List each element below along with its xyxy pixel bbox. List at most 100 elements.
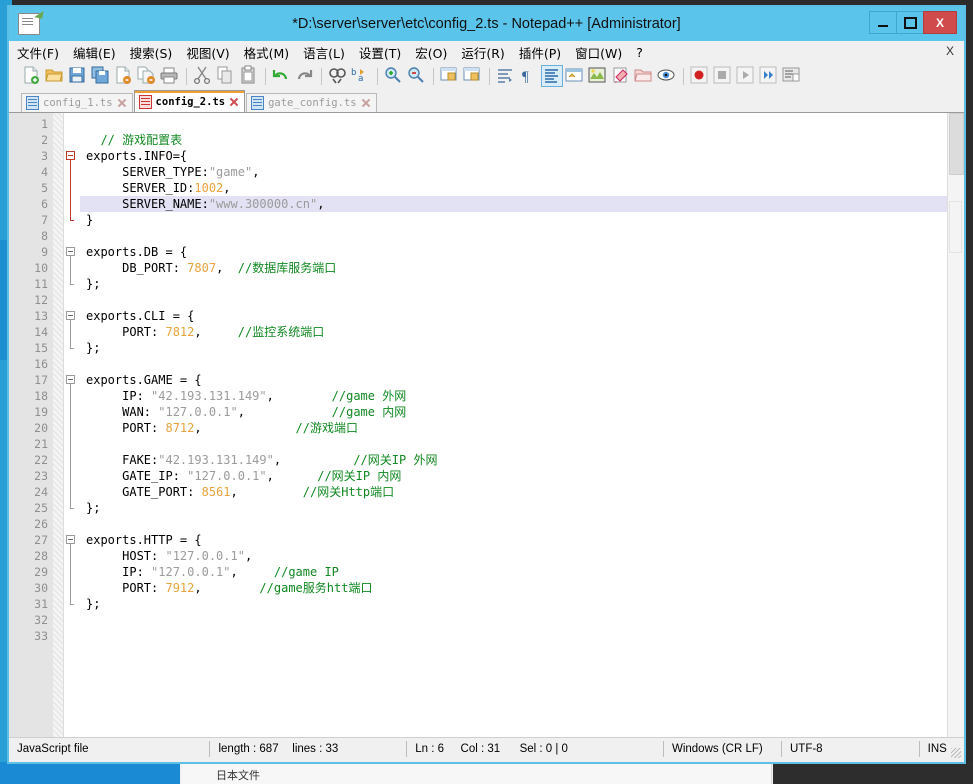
user-defined-language-icon[interactable] — [564, 65, 586, 87]
bookmark-margin[interactable] — [53, 113, 64, 737]
code-line[interactable]: exports.HTTP = { — [80, 532, 964, 548]
fold-toggle-icon[interactable] — [66, 311, 75, 320]
code-line[interactable]: GATE_IP: "127.0.0.1", //网关IP 内网 — [80, 468, 964, 484]
stop-recording-icon[interactable] — [712, 65, 734, 87]
fold-toggle-icon[interactable] — [66, 375, 75, 384]
folder-as-workspace-icon[interactable] — [633, 65, 655, 87]
vertical-scrollbar[interactable] — [947, 113, 964, 737]
code-line[interactable]: }; — [80, 276, 964, 292]
menu-settings[interactable]: 设置(T) — [353, 41, 407, 64]
menu-language[interactable]: 语言(L) — [297, 41, 351, 64]
monitoring-icon[interactable] — [656, 65, 678, 87]
close-document-button[interactable]: X — [946, 44, 954, 58]
menu-window[interactable]: 窗口(W) — [569, 41, 628, 64]
code-line[interactable]: SERVER_ID:1002, — [80, 180, 964, 196]
menu-search[interactable]: 搜索(S) — [124, 41, 179, 64]
fold-toggle-icon[interactable] — [66, 535, 75, 544]
code-text-area[interactable]: // 游戏配置表exports.INFO={ SERVER_TYPE:"game… — [80, 113, 964, 737]
redo-icon[interactable] — [294, 65, 316, 87]
function-list-icon[interactable] — [610, 65, 632, 87]
sync-horizontal-scroll-icon[interactable] — [462, 65, 484, 87]
open-file-icon[interactable] — [44, 65, 66, 87]
tab-gate-config[interactable]: gate_config.ts — [246, 93, 377, 112]
code-line[interactable]: exports.GAME = { — [80, 372, 964, 388]
tab-close-icon[interactable] — [117, 98, 127, 108]
playback-macro-icon[interactable] — [735, 65, 757, 87]
fold-toggle-icon[interactable] — [66, 151, 75, 160]
code-line[interactable]: IP: "42.193.131.149", //game 外网 — [80, 388, 964, 404]
menu-help[interactable]: ? — [630, 43, 649, 62]
code-line[interactable] — [80, 612, 964, 628]
code-line[interactable]: WAN: "127.0.0.1", //game 内网 — [80, 404, 964, 420]
minimize-button[interactable] — [869, 11, 897, 34]
code-line[interactable]: exports.DB = { — [80, 244, 964, 260]
word-wrap-icon[interactable] — [495, 65, 517, 87]
code-line[interactable] — [80, 292, 964, 308]
zoom-in-icon[interactable] — [383, 65, 405, 87]
code-line[interactable]: exports.INFO={ — [80, 148, 964, 164]
replace-icon[interactable]: ba — [350, 65, 372, 87]
tab-close-icon[interactable] — [361, 98, 371, 108]
fold-toggle-icon[interactable] — [66, 247, 75, 256]
code-line[interactable]: exports.CLI = { — [80, 308, 964, 324]
close-window-button[interactable]: X — [923, 11, 957, 34]
code-line[interactable] — [80, 516, 964, 532]
menu-macro[interactable]: 宏(O) — [409, 41, 453, 64]
maximize-button[interactable] — [896, 11, 924, 34]
code-line[interactable]: }; — [80, 340, 964, 356]
resize-grip[interactable] — [951, 748, 961, 758]
code-line[interactable]: SERVER_TYPE:"game", — [80, 164, 964, 180]
code-line[interactable]: DB_PORT: 7807, //数据库服务端口 — [80, 260, 964, 276]
menu-run[interactable]: 运行(R) — [455, 41, 510, 64]
menu-view[interactable]: 视图(V) — [180, 41, 235, 64]
cut-icon[interactable] — [192, 65, 214, 87]
menu-format[interactable]: 格式(M) — [238, 41, 296, 64]
undo-icon[interactable] — [271, 65, 293, 87]
code-line[interactable] — [80, 228, 964, 244]
tab-close-icon[interactable] — [229, 97, 239, 107]
code-line[interactable]: HOST: "127.0.0.1", — [80, 548, 964, 564]
code-line[interactable]: PORT: 7912, //game服务htt端口 — [80, 580, 964, 596]
menu-file[interactable]: 文件(F) — [11, 41, 65, 64]
code-line[interactable] — [80, 356, 964, 372]
menu-edit[interactable]: 编辑(E) — [67, 41, 122, 64]
code-line[interactable]: PORT: 7812, //监控系统端口 — [80, 324, 964, 340]
editor-area[interactable]: 1234567891011121314151617181920212223242… — [9, 112, 964, 737]
zoom-out-icon[interactable] — [406, 65, 428, 87]
new-file-icon[interactable] — [21, 65, 43, 87]
document-map-icon[interactable] — [587, 65, 609, 87]
code-line[interactable]: }; — [80, 500, 964, 516]
code-line[interactable] — [80, 628, 964, 644]
close-all-files-icon[interactable] — [136, 65, 158, 87]
sync-vertical-scroll-icon[interactable] — [439, 65, 461, 87]
code-line[interactable]: // 游戏配置表 — [80, 132, 964, 148]
vertical-scrollbar-thumb[interactable] — [949, 113, 964, 175]
record-macro-icon[interactable] — [689, 65, 711, 87]
find-icon[interactable] — [327, 65, 349, 87]
code-folding-margin[interactable] — [64, 113, 80, 737]
code-line[interactable]: SERVER_NAME:"www.300000.cn", — [80, 196, 964, 212]
tab-config-1[interactable]: config_1.ts — [21, 93, 133, 112]
print-icon[interactable] — [159, 65, 181, 87]
code-line[interactable]: } — [80, 212, 964, 228]
taskbar-item[interactable]: 日本文件 — [182, 762, 772, 784]
code-line[interactable]: }; — [80, 596, 964, 612]
code-line[interactable]: GATE_PORT: 8561, //网关Http端口 — [80, 484, 964, 500]
code-line[interactable]: PORT: 8712, //游戏端口 — [80, 420, 964, 436]
save-icon[interactable] — [67, 65, 89, 87]
code-line[interactable] — [80, 436, 964, 452]
show-all-characters-icon[interactable]: ¶ — [518, 65, 540, 87]
code-line[interactable]: FAKE:"42.193.131.149", //网关IP 外网 — [80, 452, 964, 468]
code-line[interactable] — [80, 116, 964, 132]
save-all-icon[interactable] — [90, 65, 112, 87]
tab-config-2[interactable]: config_2.ts — [134, 90, 246, 112]
code-line[interactable]: IP: "127.0.0.1", //game IP — [80, 564, 964, 580]
run-macro-multiple-icon[interactable] — [758, 65, 780, 87]
show-indent-guide-icon[interactable] — [541, 65, 563, 87]
paste-icon[interactable] — [238, 65, 260, 87]
taskbar-start-block[interactable] — [0, 762, 180, 784]
close-file-icon[interactable] — [113, 65, 135, 87]
menu-plugins[interactable]: 插件(P) — [513, 41, 567, 64]
save-macro-icon[interactable] — [781, 65, 803, 87]
copy-icon[interactable] — [215, 65, 237, 87]
